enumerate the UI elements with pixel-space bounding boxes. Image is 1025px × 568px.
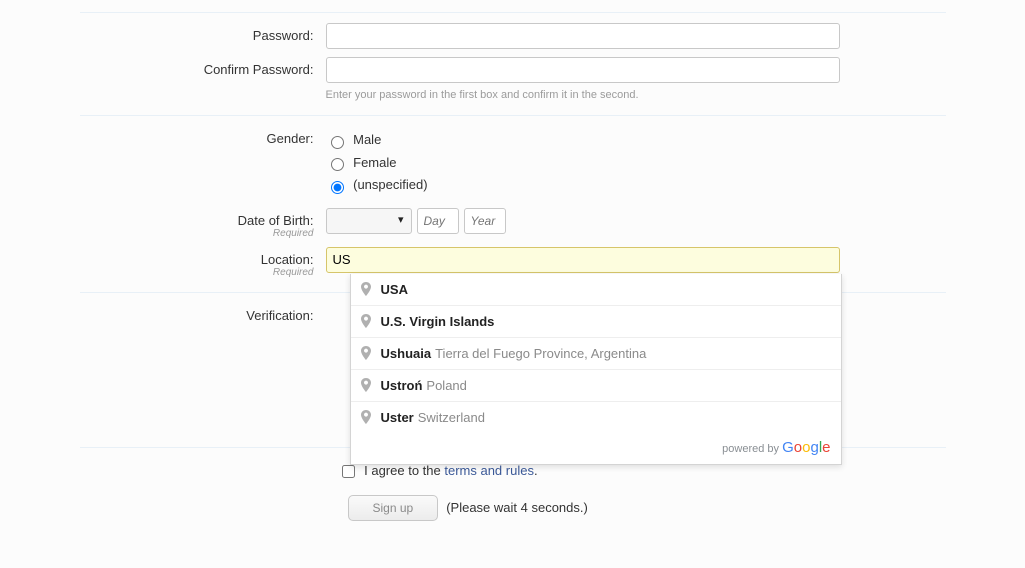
- powered-by-text: powered by: [722, 443, 782, 455]
- gender-female-text: Female: [353, 155, 396, 170]
- gender-radio-unspecified[interactable]: [331, 181, 344, 194]
- map-pin-icon: [361, 314, 371, 328]
- map-pin-icon: [361, 410, 371, 424]
- autocomplete-item[interactable]: UsterSwitzerland: [351, 401, 841, 433]
- gender-unspecified-text: (unspecified): [353, 177, 427, 192]
- autocomplete-item[interactable]: U.S. Virgin Islands: [351, 305, 841, 337]
- location-autocomplete-dropdown: USAU.S. Virgin IslandsUshuaiaTierra del …: [350, 274, 842, 465]
- dob-day-input[interactable]: [417, 208, 459, 234]
- google-logo: Google: [782, 439, 830, 456]
- autocomplete-item[interactable]: UshuaiaTierra del Fuego Province, Argent…: [351, 337, 841, 369]
- confirm-password-label: Confirm Password:: [80, 57, 326, 77]
- gender-option-male[interactable]: Male: [326, 132, 946, 149]
- location-label: Location:: [261, 252, 314, 267]
- agree-checkbox[interactable]: [342, 465, 355, 478]
- password-input[interactable]: [326, 23, 840, 49]
- dob-label: Date of Birth:: [238, 213, 314, 228]
- wait-message: (Please wait 4 seconds.): [446, 500, 588, 515]
- dob-year-input[interactable]: [464, 208, 506, 234]
- gender-option-female[interactable]: Female: [326, 155, 946, 172]
- signup-button[interactable]: Sign up: [348, 495, 439, 521]
- terms-link[interactable]: terms and rules: [444, 463, 534, 478]
- dob-month-select[interactable]: [326, 208, 412, 234]
- agree-prefix: I agree to the: [364, 463, 444, 478]
- password-label: Password:: [80, 23, 326, 43]
- location-input[interactable]: [326, 247, 840, 273]
- location-required: Required: [80, 267, 314, 278]
- dob-required: Required: [80, 228, 314, 239]
- map-pin-icon: [361, 346, 371, 360]
- agree-checkbox-label[interactable]: I agree to the terms and rules.: [338, 463, 538, 478]
- gender-radio-male[interactable]: [331, 136, 344, 149]
- gender-label: Gender:: [80, 126, 326, 146]
- gender-option-unspecified[interactable]: (unspecified): [326, 177, 946, 194]
- confirm-password-input[interactable]: [326, 57, 840, 83]
- agree-suffix: .: [534, 463, 538, 478]
- autocomplete-item[interactable]: USA: [351, 274, 841, 305]
- verification-label: Verification:: [80, 303, 326, 323]
- password-hint: Enter your password in the first box and…: [326, 89, 946, 101]
- gender-radio-female[interactable]: [331, 158, 344, 171]
- gender-male-text: Male: [353, 132, 381, 147]
- map-pin-icon: [361, 282, 371, 296]
- map-pin-icon: [361, 378, 371, 392]
- autocomplete-item[interactable]: UstrońPoland: [351, 369, 841, 401]
- autocomplete-footer: powered by Google: [351, 433, 841, 464]
